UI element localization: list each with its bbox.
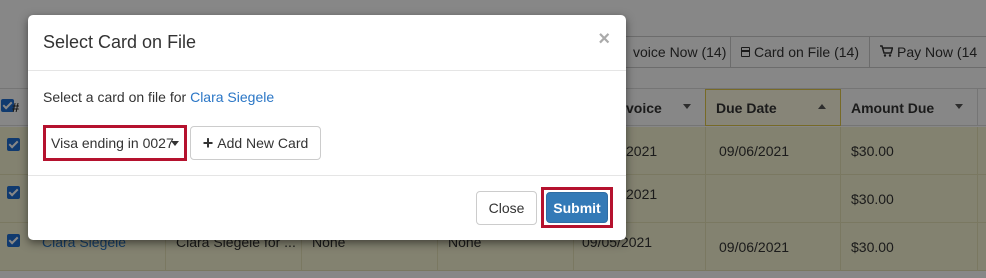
close-button[interactable]: Close: [476, 191, 537, 225]
prompt-text: Select a card on file for: [43, 89, 191, 105]
card-select-highlight: Visa ending in 0027: [43, 125, 187, 161]
modal-header: Select Card on File ×: [28, 15, 626, 71]
submit-button[interactable]: Submit: [546, 192, 608, 223]
modal-body: Select a card on file for Clara Siegele …: [28, 71, 626, 175]
client-name-link[interactable]: Clara Siegele: [190, 89, 274, 105]
select-card-modal: Select Card on File × Select a card on f…: [28, 15, 626, 240]
modal-footer: Close Submit: [28, 175, 626, 240]
chevron-down-icon: [171, 141, 179, 146]
plus-icon: +: [202, 133, 214, 153]
card-select-value: Visa ending in 0027: [51, 135, 174, 151]
card-select[interactable]: Visa ending in 0027: [48, 130, 182, 156]
modal-title: Select Card on File: [43, 32, 197, 52]
card-prompt: Select a card on file for Clara Siegele: [43, 89, 274, 105]
close-icon[interactable]: ×: [598, 29, 610, 49]
add-new-card-label: Add New Card: [217, 135, 309, 151]
add-new-card-button[interactable]: + Add New Card: [190, 126, 321, 160]
submit-highlight: Submit: [541, 187, 613, 228]
